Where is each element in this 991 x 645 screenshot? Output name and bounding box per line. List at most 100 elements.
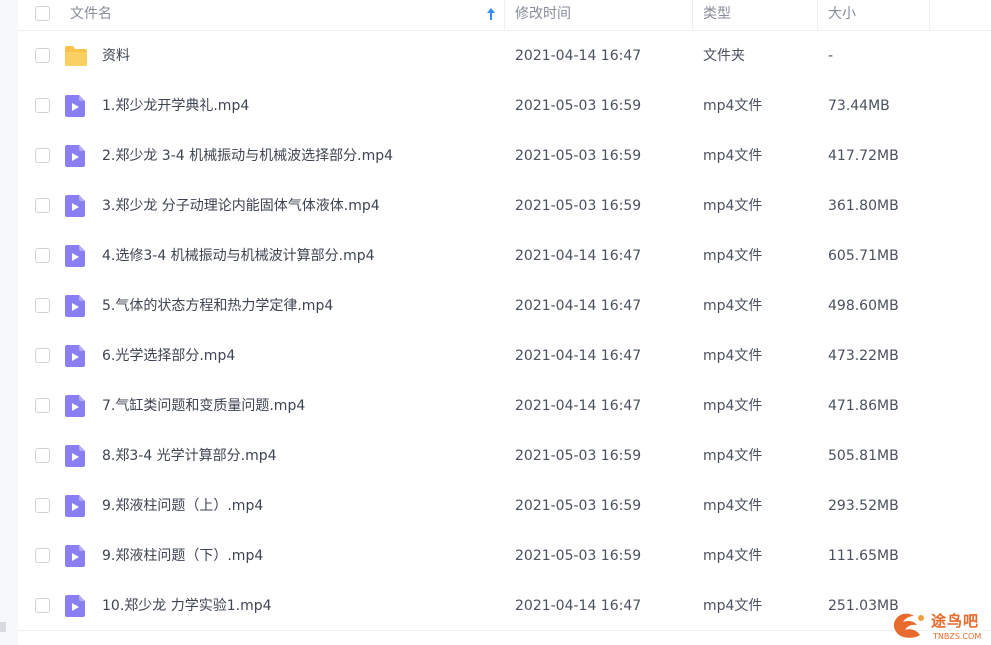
file-size: 361.80MB bbox=[828, 198, 899, 214]
file-modified-date: 2021-05-03 16:59 bbox=[515, 498, 642, 514]
file-modified-date: 2021-04-14 16:47 bbox=[515, 48, 642, 64]
row-checkbox[interactable] bbox=[35, 198, 50, 213]
file-modified-date: 2021-05-03 16:59 bbox=[515, 548, 642, 564]
video-file-icon bbox=[64, 445, 88, 467]
file-type: mp4文件 bbox=[703, 348, 763, 364]
file-name[interactable]: 5.气体的状态方程和热力学定律.mp4 bbox=[102, 281, 333, 331]
row-checkbox[interactable] bbox=[35, 548, 50, 563]
file-row[interactable]: 1.郑少龙开学典礼.mp4 2021-05-03 16:59 mp4文件 73.44M… bbox=[18, 81, 991, 131]
file-name[interactable]: 9.郑液柱问题（上）.mp4 bbox=[102, 481, 263, 531]
file-row[interactable]: 8.郑3-4 光学计算部分.mp4 2021-05-03 16:59 mp4文件 50… bbox=[18, 431, 991, 481]
row-checkbox[interactable] bbox=[35, 448, 50, 463]
file-size: 473.22MB bbox=[828, 348, 899, 364]
file-name[interactable]: 2.郑少龙 3-4 机械振动与机械波选择部分.mp4 bbox=[102, 131, 393, 181]
row-checkbox[interactable] bbox=[35, 348, 50, 363]
file-size: 111.65MB bbox=[828, 548, 899, 564]
video-file-icon bbox=[64, 145, 88, 167]
row-checkbox[interactable] bbox=[35, 598, 50, 613]
file-list-header: 文件名 修改时间 类型 大小 bbox=[18, 0, 991, 31]
file-type: mp4文件 bbox=[703, 448, 763, 464]
file-name[interactable]: 7.气缸类问题和变质量问题.mp4 bbox=[102, 381, 305, 431]
file-type: mp4文件 bbox=[703, 248, 763, 264]
file-modified-date: 2021-05-03 16:59 bbox=[515, 98, 642, 114]
file-name[interactable]: 8.郑3-4 光学计算部分.mp4 bbox=[102, 431, 277, 481]
video-file-icon bbox=[64, 95, 88, 117]
file-modified-date: 2021-05-03 16:59 bbox=[515, 198, 642, 214]
panel-resize-handle[interactable] bbox=[0, 622, 6, 632]
sort-ascending-icon[interactable] bbox=[484, 6, 498, 22]
column-divider[interactable] bbox=[692, 0, 693, 31]
file-name[interactable]: 10.郑少龙 力学实验1.mp4 bbox=[102, 581, 272, 631]
file-modified-date: 2021-04-14 16:47 bbox=[515, 398, 642, 414]
file-row[interactable]: 9.郑液柱问题（下）.mp4 2021-05-03 16:59 mp4文件 111.6… bbox=[18, 531, 991, 581]
watermark-text: 途鸟吧 bbox=[931, 612, 980, 630]
row-checkbox[interactable] bbox=[35, 48, 50, 63]
file-row[interactable]: 5.气体的状态方程和热力学定律.mp4 2021-04-14 16:47 mp4文件… bbox=[18, 281, 991, 331]
file-rows: 资料 2021-04-14 16:47 文件夹 - 1.郑少龙开学典礼.mp4 2021-… bbox=[18, 31, 991, 631]
file-size: 73.44MB bbox=[828, 98, 890, 114]
left-panel-edge bbox=[0, 0, 18, 645]
video-file-icon bbox=[64, 295, 88, 317]
file-name[interactable]: 3.郑少龙 分子动理论内能固体气体液体.mp4 bbox=[102, 181, 380, 231]
file-row[interactable]: 10.郑少龙 力学实验1.mp4 2021-04-14 16:47 mp4文件 251… bbox=[18, 581, 991, 631]
select-all-checkbox[interactable] bbox=[35, 6, 50, 21]
video-file-icon bbox=[64, 345, 88, 367]
file-list: 文件名 修改时间 类型 大小 资料 2021-04-14 16:47 文件夹 - 1.郑… bbox=[18, 0, 991, 631]
file-type: mp4文件 bbox=[703, 298, 763, 314]
file-row[interactable]: 6.光学选择部分.mp4 2021-04-14 16:47 mp4文件 473.22M… bbox=[18, 331, 991, 381]
column-divider[interactable] bbox=[817, 0, 818, 31]
file-row[interactable]: 2.郑少龙 3-4 机械振动与机械波选择部分.mp4 2021-05-03 16:… bbox=[18, 131, 991, 181]
column-header-size[interactable]: 大小 bbox=[828, 0, 856, 31]
file-modified-date: 2021-04-14 16:47 bbox=[515, 248, 642, 264]
file-row[interactable]: 9.郑液柱问题（上）.mp4 2021-05-03 16:59 mp4文件 293.5… bbox=[18, 481, 991, 531]
video-file-icon bbox=[64, 495, 88, 517]
file-size: 293.52MB bbox=[828, 498, 899, 514]
file-size: 505.81MB bbox=[828, 448, 899, 464]
file-size: 251.03MB bbox=[828, 598, 899, 614]
file-type: mp4文件 bbox=[703, 198, 763, 214]
file-type: mp4文件 bbox=[703, 398, 763, 414]
column-divider[interactable] bbox=[929, 0, 930, 31]
file-size: 417.72MB bbox=[828, 148, 899, 164]
watermark-domain: TNBZS.COM bbox=[933, 632, 982, 641]
video-file-icon bbox=[64, 395, 88, 417]
site-watermark: 途鸟吧 TNBZS.COM bbox=[890, 608, 991, 645]
column-header-name[interactable]: 文件名 bbox=[70, 0, 112, 31]
column-header-modified[interactable]: 修改时间 bbox=[515, 0, 571, 31]
file-row[interactable]: 资料 2021-04-14 16:47 文件夹 - bbox=[18, 31, 991, 81]
file-size: 605.71MB bbox=[828, 248, 899, 264]
column-divider[interactable] bbox=[504, 0, 505, 31]
file-modified-date: 2021-05-03 16:59 bbox=[515, 448, 642, 464]
file-type: mp4文件 bbox=[703, 498, 763, 514]
file-row[interactable]: 7.气缸类问题和变质量问题.mp4 2021-04-14 16:47 mp4文件 47… bbox=[18, 381, 991, 431]
watermark-logo-icon bbox=[893, 613, 924, 638]
file-modified-date: 2021-04-14 16:47 bbox=[515, 598, 642, 614]
file-name[interactable]: 6.光学选择部分.mp4 bbox=[102, 331, 235, 381]
file-type: 文件夹 bbox=[703, 48, 745, 64]
file-modified-date: 2021-04-14 16:47 bbox=[515, 298, 642, 314]
file-name[interactable]: 1.郑少龙开学典礼.mp4 bbox=[102, 81, 249, 131]
row-checkbox[interactable] bbox=[35, 298, 50, 313]
row-checkbox[interactable] bbox=[35, 498, 50, 513]
row-checkbox[interactable] bbox=[35, 248, 50, 263]
video-file-icon bbox=[64, 195, 88, 217]
video-file-icon bbox=[64, 545, 88, 567]
column-header-type[interactable]: 类型 bbox=[703, 0, 731, 31]
video-file-icon bbox=[64, 245, 88, 267]
row-checkbox[interactable] bbox=[35, 398, 50, 413]
file-type: mp4文件 bbox=[703, 148, 763, 164]
row-checkbox[interactable] bbox=[35, 98, 50, 113]
row-checkbox[interactable] bbox=[35, 148, 50, 163]
file-type: mp4文件 bbox=[703, 98, 763, 114]
file-name[interactable]: 资料 bbox=[102, 31, 130, 81]
file-row[interactable]: 4.选修3-4 机械振动与机械波计算部分.mp4 2021-04-14 16:47… bbox=[18, 231, 991, 281]
file-name[interactable]: 4.选修3-4 机械振动与机械波计算部分.mp4 bbox=[102, 231, 375, 281]
file-type: mp4文件 bbox=[703, 548, 763, 564]
file-modified-date: 2021-05-03 16:59 bbox=[515, 148, 642, 164]
file-row[interactable]: 3.郑少龙 分子动理论内能固体气体液体.mp4 2021-05-03 16:59 m… bbox=[18, 181, 991, 231]
file-type: mp4文件 bbox=[703, 598, 763, 614]
file-size: - bbox=[828, 48, 834, 64]
file-size: 498.60MB bbox=[828, 298, 899, 314]
file-modified-date: 2021-04-14 16:47 bbox=[515, 348, 642, 364]
file-name[interactable]: 9.郑液柱问题（下）.mp4 bbox=[102, 531, 263, 581]
